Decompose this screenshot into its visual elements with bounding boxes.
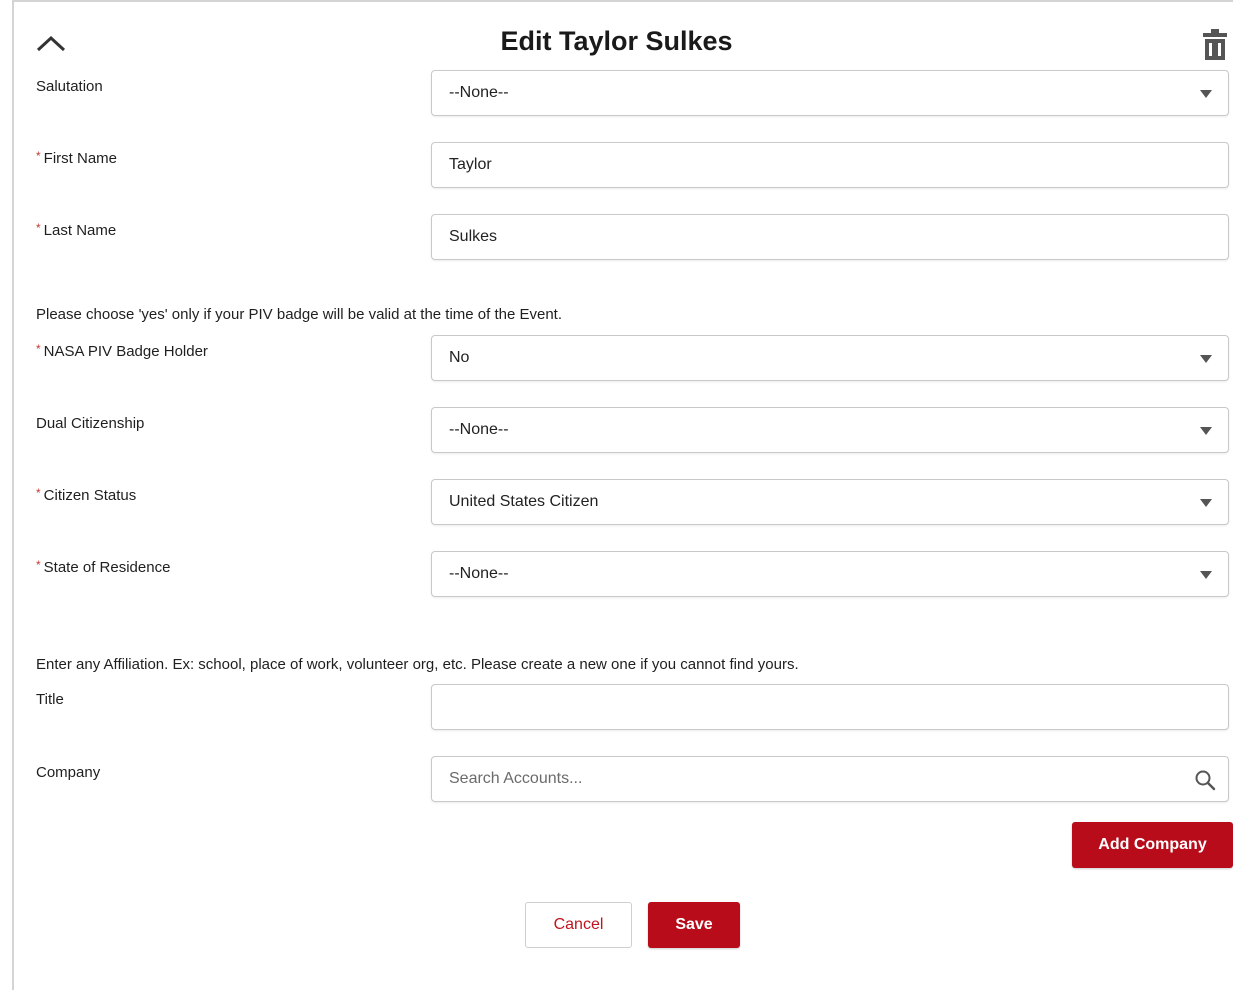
salutation-label: Salutation [36, 78, 103, 95]
company-search-input[interactable] [432, 757, 1228, 801]
add-company-button[interactable]: Add Company [1072, 822, 1233, 868]
caret-down-icon [1200, 427, 1212, 435]
dual-citizenship-label: Dual Citizenship [36, 415, 145, 432]
caret-down-icon [1200, 355, 1212, 363]
search-icon[interactable] [1194, 769, 1216, 791]
state-of-residence-select[interactable]: --None-- [431, 551, 1229, 597]
dual-citizenship-select[interactable]: --None-- [431, 407, 1229, 453]
piv-note: Please choose 'yes' only if your PIV bad… [36, 306, 563, 323]
affiliation-note: Enter any Affiliation. Ex: school, place… [36, 656, 799, 673]
required-mark: * [36, 342, 41, 356]
last-name-field[interactable]: Sulkes [431, 214, 1229, 260]
citizen-status-value: United States Citizen [449, 493, 599, 510]
caret-down-icon [1200, 571, 1212, 579]
title-label: Title [36, 691, 64, 708]
required-mark: * [36, 558, 41, 572]
salutation-select[interactable]: --None-- [431, 70, 1229, 116]
piv-badge-value: No [449, 349, 470, 366]
page-title: Edit Taylor Sulkes [500, 26, 733, 56]
piv-badge-select[interactable]: No [431, 335, 1229, 381]
state-of-residence-label: * State of Residence [36, 558, 171, 576]
piv-badge-label: * NASA PIV Badge Holder [36, 342, 208, 360]
salutation-value: --None-- [449, 84, 509, 101]
first-name-value: Taylor [449, 156, 492, 173]
trash-icon[interactable] [1200, 28, 1230, 62]
required-mark: * [36, 149, 41, 163]
state-of-residence-value: --None-- [449, 565, 509, 582]
company-search-field[interactable] [431, 756, 1229, 802]
citizen-status-select[interactable]: United States Citizen [431, 479, 1229, 525]
caret-down-icon [1200, 90, 1212, 98]
caret-down-icon [1200, 499, 1212, 507]
title-field[interactable] [431, 684, 1229, 730]
company-label: Company [36, 764, 101, 781]
required-mark: * [36, 486, 41, 500]
required-mark: * [36, 221, 41, 235]
first-name-label: * First Name [36, 149, 118, 167]
save-button[interactable]: Save [648, 902, 740, 948]
citizen-status-label: * Citizen Status [36, 486, 137, 504]
last-name-label: * Last Name [36, 221, 117, 239]
cancel-button[interactable]: Cancel [525, 902, 632, 948]
dual-citizenship-value: --None-- [449, 421, 509, 438]
first-name-field[interactable]: Taylor [431, 142, 1229, 188]
last-name-value: Sulkes [449, 228, 498, 245]
